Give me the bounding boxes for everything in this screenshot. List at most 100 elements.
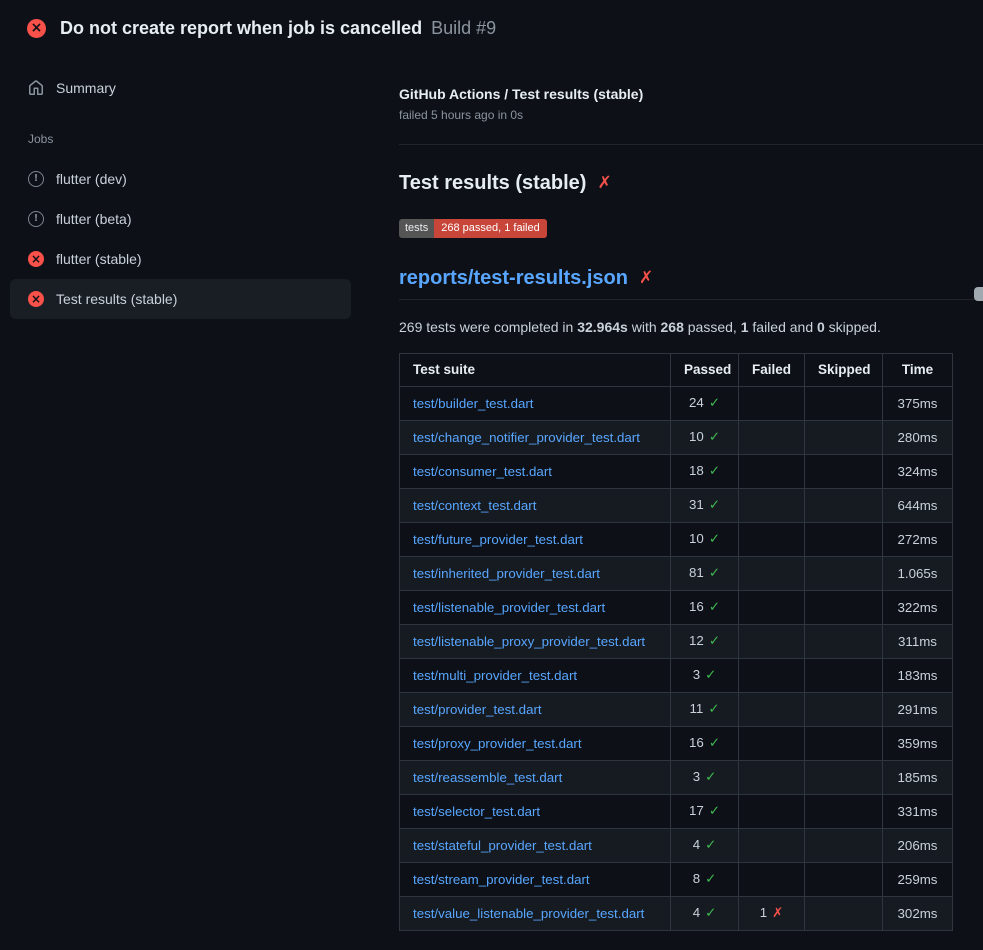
skipped-cell xyxy=(805,659,883,693)
skipped-cell xyxy=(805,489,883,523)
failed-cell xyxy=(739,557,805,591)
failed-cell xyxy=(739,421,805,455)
table-row: test/stateful_provider_test.dart 4✓ 206m… xyxy=(400,829,953,863)
passed-cell: 4✓ xyxy=(671,897,739,931)
summary-value: 268 xyxy=(661,319,684,335)
table-row: test/selector_test.dart 17✓ 331ms xyxy=(400,795,953,829)
sidebar-item-job[interactable]: ! flutter (beta) xyxy=(10,199,351,239)
table-row: test/context_test.dart 31✓ 644ms xyxy=(400,489,953,523)
failed-cell xyxy=(739,625,805,659)
sidebar-item-label: Summary xyxy=(56,80,116,96)
time-cell: 183ms xyxy=(883,659,953,693)
suite-cell: test/stream_provider_test.dart xyxy=(400,863,671,897)
suite-cell: test/value_listenable_provider_test.dart xyxy=(400,897,671,931)
skipped-cell xyxy=(805,727,883,761)
summary-value: 1 xyxy=(741,319,749,335)
test-suite-link[interactable]: test/builder_test.dart xyxy=(413,396,533,411)
report-link[interactable]: reports/test-results.json xyxy=(399,266,628,290)
summary-text: passed, xyxy=(684,319,741,335)
column-header: Time xyxy=(883,354,953,387)
skipped-cell xyxy=(805,387,883,421)
time-cell: 359ms xyxy=(883,727,953,761)
test-suite-link[interactable]: test/stream_provider_test.dart xyxy=(413,872,590,887)
results-table: Test suitePassedFailedSkippedTime test/b… xyxy=(399,353,953,931)
header: × Do not create report when job is cance… xyxy=(0,0,983,39)
check-icon: ✓ xyxy=(709,804,720,819)
sidebar-item-summary[interactable]: Summary xyxy=(10,70,351,106)
table-row: test/inherited_provider_test.dart 81✓ 1.… xyxy=(400,557,953,591)
passed-cell: 11✓ xyxy=(671,693,739,727)
check-icon: ✓ xyxy=(705,872,716,887)
failed-cell xyxy=(739,455,805,489)
badge-label: tests xyxy=(399,219,434,238)
table-row: test/multi_provider_test.dart 3✓ 183ms xyxy=(400,659,953,693)
sidebar-item-job[interactable]: × flutter (stable) xyxy=(10,239,351,279)
time-cell: 1.065s xyxy=(883,557,953,591)
test-suite-link[interactable]: test/multi_provider_test.dart xyxy=(413,668,577,683)
time-cell: 272ms xyxy=(883,523,953,557)
summary-text: skipped. xyxy=(825,319,881,335)
test-suite-link[interactable]: test/provider_test.dart xyxy=(413,702,542,717)
table-row: test/change_notifier_provider_test.dart … xyxy=(400,421,953,455)
x-circle-icon: × xyxy=(28,251,44,267)
scrollbar-thumb[interactable] xyxy=(974,287,983,301)
suite-cell: test/provider_test.dart xyxy=(400,693,671,727)
check-icon: ✓ xyxy=(709,464,720,479)
x-icon: ✗ xyxy=(639,266,653,290)
jobs-section-label: Jobs xyxy=(10,132,351,146)
x-circle-icon: × xyxy=(27,19,46,38)
skipped-cell xyxy=(805,455,883,489)
test-suite-link[interactable]: test/inherited_provider_test.dart xyxy=(413,566,600,581)
test-suite-link[interactable]: test/reassemble_test.dart xyxy=(413,770,562,785)
suite-cell: test/listenable_provider_test.dart xyxy=(400,591,671,625)
check-icon: ✓ xyxy=(705,838,716,853)
failed-cell xyxy=(739,523,805,557)
suite-cell: test/listenable_proxy_provider_test.dart xyxy=(400,625,671,659)
time-cell: 259ms xyxy=(883,863,953,897)
run-title: Do not create report when job is cancell… xyxy=(60,18,422,38)
suite-cell: test/context_test.dart xyxy=(400,489,671,523)
test-suite-link[interactable]: test/change_notifier_provider_test.dart xyxy=(413,430,640,445)
divider xyxy=(399,144,983,145)
sidebar-item-job[interactable]: × Test results (stable) xyxy=(10,279,351,319)
test-suite-link[interactable]: test/stateful_provider_test.dart xyxy=(413,838,592,853)
page-title: Do not create report when job is cancell… xyxy=(60,17,496,39)
check-icon: ✓ xyxy=(709,532,720,547)
report-title: reports/test-results.json ✗ xyxy=(399,266,983,300)
test-suite-link[interactable]: test/consumer_test.dart xyxy=(413,464,552,479)
test-suite-link[interactable]: test/value_listenable_provider_test.dart xyxy=(413,906,644,921)
passed-cell: 31✓ xyxy=(671,489,739,523)
failed-cell xyxy=(739,387,805,421)
suite-cell: test/change_notifier_provider_test.dart xyxy=(400,421,671,455)
passed-cell: 12✓ xyxy=(671,625,739,659)
skipped-cell xyxy=(805,795,883,829)
section-title-text: Test results (stable) xyxy=(399,171,586,195)
check-icon: ✓ xyxy=(705,770,716,785)
failed-cell xyxy=(739,863,805,897)
check-icon: ✓ xyxy=(709,396,720,411)
skipped-cell xyxy=(805,863,883,897)
test-suite-link[interactable]: test/listenable_proxy_provider_test.dart xyxy=(413,634,645,649)
breadcrumb: GitHub Actions / Test results (stable) xyxy=(399,86,983,102)
skipped-cell xyxy=(805,693,883,727)
test-suite-link[interactable]: test/future_provider_test.dart xyxy=(413,532,583,547)
time-cell: 331ms xyxy=(883,795,953,829)
column-header: Failed xyxy=(739,354,805,387)
test-suite-link[interactable]: test/selector_test.dart xyxy=(413,804,540,819)
column-header: Passed xyxy=(671,354,739,387)
time-cell: 375ms xyxy=(883,387,953,421)
failed-cell xyxy=(739,727,805,761)
x-icon: ✗ xyxy=(772,906,783,921)
sidebar-item-job[interactable]: ! flutter (dev) xyxy=(10,159,351,199)
failed-cell: 1✗ xyxy=(739,897,805,931)
test-suite-link[interactable]: test/proxy_provider_test.dart xyxy=(413,736,582,751)
summary-text: with xyxy=(628,319,661,335)
time-cell: 322ms xyxy=(883,591,953,625)
summary-value: 32.964s xyxy=(577,319,628,335)
test-suite-link[interactable]: test/listenable_provider_test.dart xyxy=(413,600,605,615)
passed-cell: 4✓ xyxy=(671,829,739,863)
test-suite-link[interactable]: test/context_test.dart xyxy=(413,498,536,513)
column-header: Test suite xyxy=(400,354,671,387)
run-meta: failed 5 hours ago in 0s xyxy=(399,108,983,122)
time-cell: 280ms xyxy=(883,421,953,455)
